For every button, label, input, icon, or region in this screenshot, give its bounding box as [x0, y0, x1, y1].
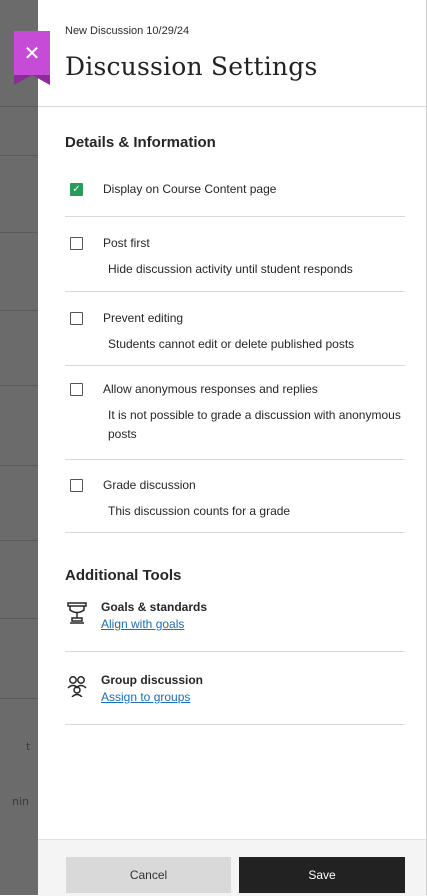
tool-title: Goals & standards — [101, 600, 208, 614]
checkbox[interactable] — [70, 479, 83, 492]
panel-footer: Cancel Save — [38, 839, 427, 896]
background-divider — [0, 540, 38, 541]
additional-tools-heading: Additional Tools — [65, 567, 182, 584]
option-label: Display on Course Content page — [103, 182, 277, 196]
assign-to-groups-link[interactable]: Assign to groups — [101, 690, 190, 704]
cancel-button[interactable]: Cancel — [66, 857, 231, 893]
background-divider — [0, 698, 38, 699]
checkbox[interactable] — [70, 383, 83, 396]
details-heading: Details & Information — [65, 134, 216, 151]
close-button[interactable]: ✕ — [14, 31, 50, 85]
option-description: It is not possible to grade a discussion… — [108, 408, 401, 441]
checkbox[interactable] — [70, 237, 83, 250]
discussion-name: New Discussion 10/29/24 — [65, 25, 190, 37]
background-divider — [0, 232, 38, 233]
background-text-fragment: nin — [12, 795, 29, 808]
panel-header: New Discussion 10/29/24 Discussion Setti… — [38, 0, 427, 107]
option-description: This discussion counts for a grade — [108, 504, 291, 518]
goals-icon — [67, 602, 87, 624]
align-with-goals-link[interactable]: Align with goals — [101, 617, 184, 631]
discussion-settings-panel: New Discussion 10/29/24 Discussion Setti… — [38, 0, 427, 896]
divider — [65, 216, 405, 217]
background-divider — [0, 106, 38, 107]
background-page: t nin — [0, 0, 38, 895]
divider — [65, 724, 405, 725]
close-icon: ✕ — [23, 41, 41, 65]
divider — [65, 459, 405, 460]
checkbox[interactable] — [70, 312, 83, 325]
option-description: Hide discussion activity until student r… — [108, 262, 353, 276]
background-divider — [0, 155, 38, 156]
background-text-fragment: t — [26, 740, 31, 753]
option-label: Allow anonymous responses and replies — [103, 382, 318, 396]
divider — [65, 291, 405, 292]
panel-title: Discussion Settings — [65, 52, 318, 81]
divider — [65, 651, 405, 652]
option-label: Prevent editing — [103, 311, 184, 325]
save-button[interactable]: Save — [239, 857, 405, 893]
divider — [65, 365, 405, 366]
tool-title: Group discussion — [101, 673, 204, 687]
checkbox[interactable]: ✓ — [70, 183, 83, 196]
option-label: Grade discussion — [103, 478, 196, 492]
group-icon — [67, 675, 87, 698]
background-divider — [0, 465, 38, 466]
background-divider — [0, 310, 38, 311]
background-divider — [0, 618, 38, 619]
divider — [65, 532, 405, 533]
background-divider — [0, 385, 38, 386]
option-label: Post first — [103, 236, 150, 250]
option-description: Students cannot edit or delete published… — [108, 337, 355, 351]
